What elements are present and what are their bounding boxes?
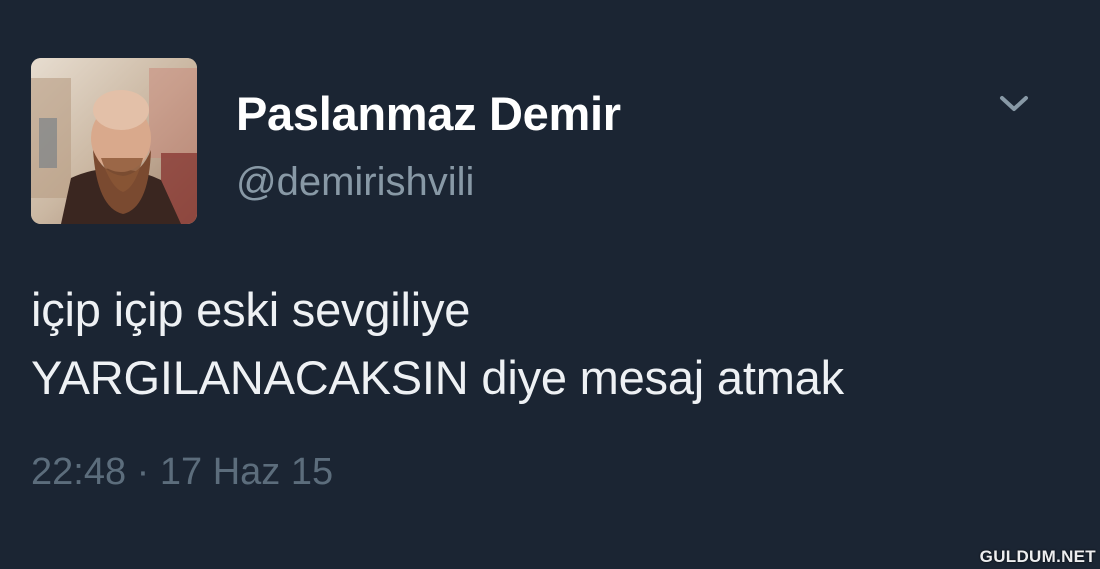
tweet-text: içip içip eski sevgiliye YARGILANACAKSIN… (31, 276, 1081, 412)
tweet-text-line: içip içip eski sevgiliye (31, 283, 471, 336)
watermark: GULDUM.NET (979, 547, 1096, 566)
avatar[interactable] (31, 58, 197, 224)
author-handle[interactable]: @demirishvili (236, 160, 474, 205)
avatar-photo (31, 58, 197, 224)
tweet-text-line: YARGILANACAKSIN diye mesaj atmak (31, 351, 844, 404)
chevron-down-icon[interactable] (996, 90, 1032, 116)
tweet-card: Paslanmaz Demir @demirishvili içip içip … (0, 0, 1100, 569)
author-display-name[interactable]: Paslanmaz Demir (236, 86, 621, 141)
tweet-timestamp[interactable]: 22:48 · 17 Haz 15 (31, 451, 333, 494)
